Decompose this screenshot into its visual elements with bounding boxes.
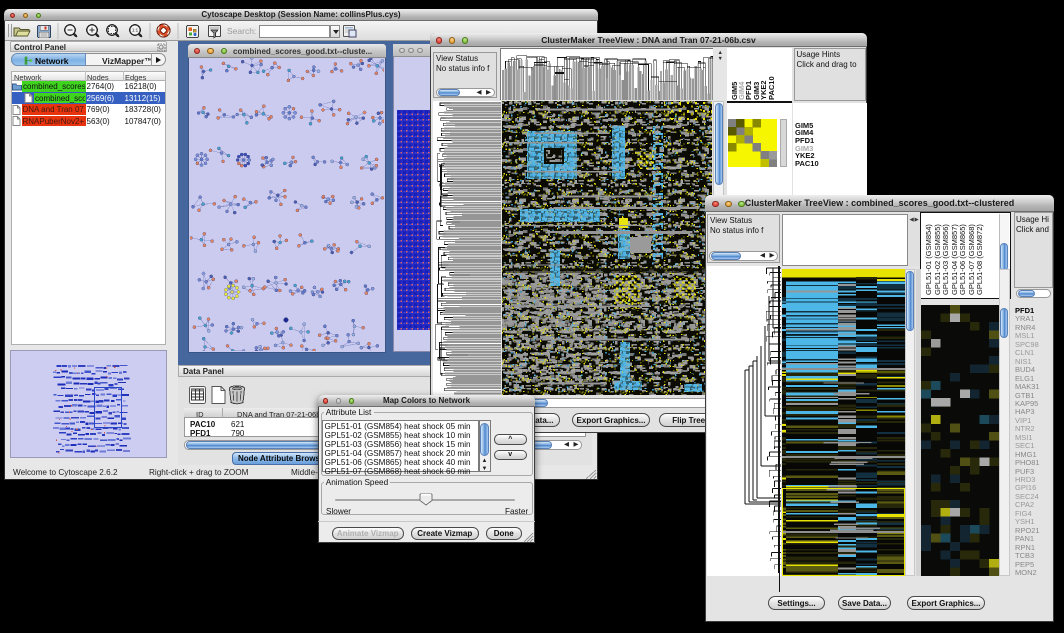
svg-text:1:1: 1:1 — [132, 28, 139, 33]
